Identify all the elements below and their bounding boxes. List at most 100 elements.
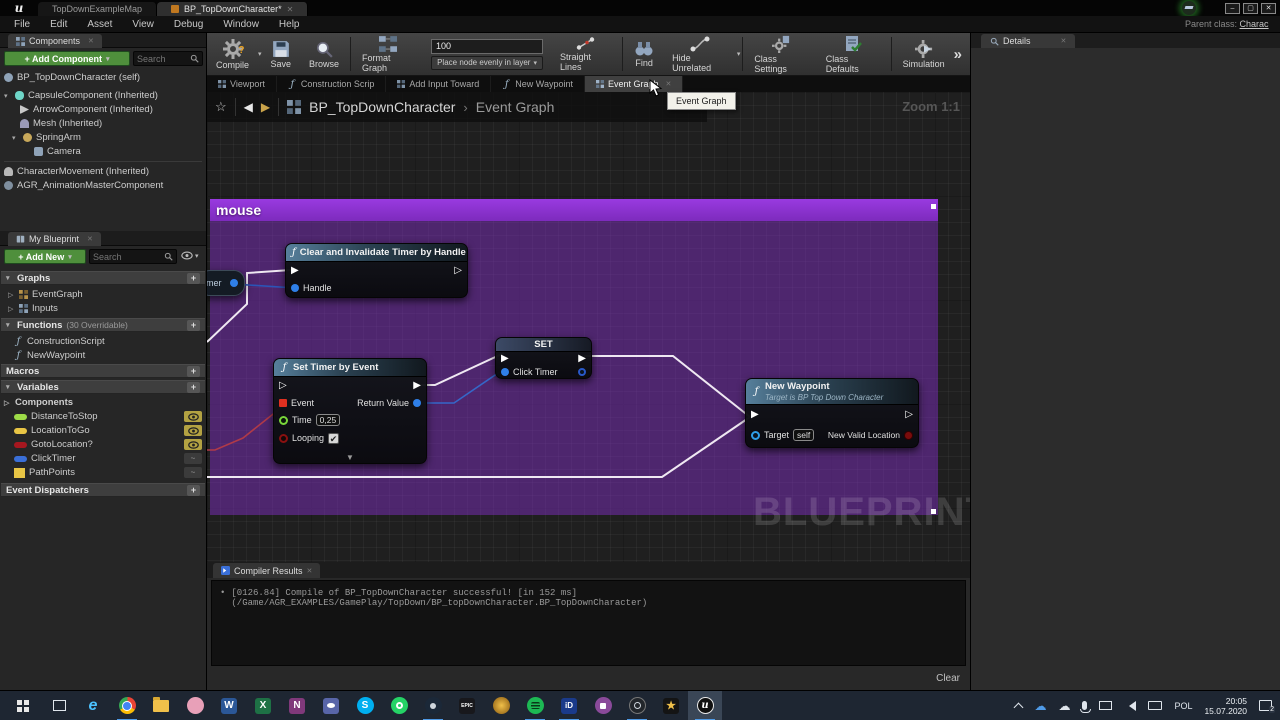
tree-row-arrow[interactable]: ArrowComponent (Inherited) bbox=[20, 103, 202, 116]
variable-row-locationtogo[interactable]: LocationToGo bbox=[14, 424, 202, 437]
add-graph-button[interactable]: + bbox=[187, 273, 200, 284]
exec-out-pin[interactable]: ▶ bbox=[578, 354, 586, 364]
expander-icon[interactable]: ▾ bbox=[12, 134, 19, 142]
return-value-pin[interactable] bbox=[413, 399, 421, 407]
tab-details[interactable]: Details ✕ bbox=[981, 34, 1075, 48]
exec-in-pin[interactable]: ▶ bbox=[291, 266, 299, 276]
tab-event-graph[interactable]: Event Graph ✕ bbox=[585, 76, 683, 92]
menu-window[interactable]: Window bbox=[223, 19, 259, 30]
place-node-dropdown[interactable]: Place node evenly in layer ▾ bbox=[431, 56, 543, 70]
looping-checkbox[interactable]: ✔ bbox=[328, 433, 339, 444]
tab-new-waypoint[interactable]: ƒ New Waypoint bbox=[491, 76, 585, 92]
menu-edit[interactable]: Edit bbox=[50, 19, 67, 30]
node-set-clicktimer[interactable]: SET ▶ ▶ Click Timer bbox=[495, 337, 592, 379]
visibility-filter-button[interactable]: ▾ bbox=[181, 251, 199, 260]
tab-close-icon[interactable]: ✕ bbox=[1061, 37, 1067, 45]
tab-viewport[interactable]: Viewport bbox=[207, 76, 277, 92]
visibility-eye-toggle[interactable]: ~ bbox=[184, 467, 202, 478]
format-graph-button[interactable]: Format Graph bbox=[353, 33, 423, 75]
comment-header[interactable]: mouse bbox=[210, 199, 938, 221]
tray-expand-chevron-icon[interactable] bbox=[1014, 702, 1024, 712]
tab-add-input-toward[interactable]: Add Input Toward bbox=[386, 76, 491, 92]
node-set-timer-by-event[interactable]: ƒ Set Timer by Event ▷ ▶ Event Return Va… bbox=[273, 358, 427, 464]
save-button[interactable]: Save bbox=[262, 33, 301, 75]
tree-row-springarm[interactable]: ▾ SpringArm bbox=[12, 131, 202, 144]
section-functions[interactable]: ▾ Functions (30 Overridable) + bbox=[1, 318, 205, 332]
components-search-input[interactable] bbox=[137, 54, 188, 64]
taskbar-excel[interactable]: X bbox=[246, 691, 280, 720]
event-delegate-pin[interactable] bbox=[279, 399, 287, 407]
output-pin[interactable] bbox=[578, 368, 586, 376]
window-tab-bp-topdowncharacter[interactable]: BP_TopDownCharacter* ✕ bbox=[157, 2, 308, 16]
network-icon[interactable] bbox=[1099, 701, 1112, 710]
add-macro-button[interactable]: + bbox=[187, 366, 200, 377]
graduation-cap-icon[interactable] bbox=[1182, 1, 1196, 15]
expander-icon[interactable]: ▷ bbox=[4, 399, 11, 407]
menu-debug[interactable]: Debug bbox=[174, 19, 203, 30]
taskbar-epic-games[interactable]: EPIC bbox=[450, 691, 484, 720]
taskbar-game-launcher[interactable] bbox=[484, 691, 518, 720]
tab-close-icon[interactable]: ✕ bbox=[307, 567, 313, 575]
minimize-button[interactable]: – bbox=[1225, 3, 1240, 14]
hide-unrelated-options-caret[interactable]: ▾ bbox=[737, 50, 741, 58]
section-graphs[interactable]: ▾ Graphs + bbox=[1, 271, 205, 285]
my-blueprint-search-input[interactable] bbox=[93, 252, 162, 262]
cloud-sync-icon[interactable]: ☁ bbox=[1058, 700, 1070, 712]
tree-row-charactermovement[interactable]: CharacterMovement (Inherited) bbox=[4, 165, 202, 178]
toolbar-overflow-chevron[interactable]: » bbox=[954, 46, 962, 63]
nav-back-icon[interactable]: ◀ bbox=[244, 100, 253, 114]
menu-asset[interactable]: Asset bbox=[87, 19, 112, 30]
group-components[interactable]: ▷ Components bbox=[4, 396, 202, 409]
taskbar-clock[interactable]: 20:05 15.07.2020 bbox=[1204, 696, 1247, 716]
variable-row-clicktimer[interactable]: ClickTimer ~ bbox=[14, 452, 202, 465]
breadcrumb-graph[interactable]: Event Graph bbox=[476, 99, 555, 115]
tab-close-icon[interactable]: ✕ bbox=[666, 80, 672, 88]
taskbar-photos[interactable] bbox=[178, 691, 212, 720]
add-function-button[interactable]: + bbox=[187, 320, 200, 331]
expander-icon[interactable]: ▾ bbox=[4, 92, 11, 100]
taskbar-discord[interactable] bbox=[314, 691, 348, 720]
browse-button[interactable]: Browse bbox=[300, 33, 348, 75]
variable-row-gotolocation[interactable]: GotoLocation? bbox=[14, 438, 202, 451]
add-variable-button[interactable]: + bbox=[187, 382, 200, 393]
add-component-button[interactable]: + Add Component ▾ bbox=[4, 51, 130, 66]
tab-compiler-results[interactable]: Compiler Results ✕ bbox=[213, 563, 320, 578]
language-indicator[interactable]: POL bbox=[1174, 701, 1192, 711]
taskbar-obs[interactable] bbox=[620, 691, 654, 720]
list-item-inputs[interactable]: ▷ Inputs bbox=[8, 302, 202, 315]
breadcrumb-asset[interactable]: BP_TopDownCharacter bbox=[309, 99, 455, 115]
exec-in-pin[interactable]: ▷ bbox=[279, 381, 287, 391]
exec-in-pin[interactable]: ▶ bbox=[751, 410, 759, 420]
parent-class-link[interactable]: Charac bbox=[1240, 19, 1269, 29]
add-new-button[interactable]: + Add New ▾ bbox=[4, 249, 86, 264]
list-item-eventgraph[interactable]: ▷ EventGraph bbox=[8, 288, 202, 301]
compiler-log[interactable]: • [0126.84] Compile of BP_TopDownCharact… bbox=[211, 580, 966, 666]
compile-button[interactable]: ? Compile bbox=[207, 33, 258, 75]
visibility-eye-toggle[interactable]: ~ bbox=[184, 453, 202, 464]
taskbar-skype[interactable]: S bbox=[348, 691, 382, 720]
taskbar-id-software[interactable]: iD bbox=[552, 691, 586, 720]
components-root-row[interactable]: BP_TopDownCharacter (self) bbox=[4, 71, 202, 84]
comment-resize-handle[interactable] bbox=[931, 509, 936, 514]
tree-row-mesh[interactable]: Mesh (Inherited) bbox=[20, 117, 202, 130]
tab-close-icon[interactable]: ✕ bbox=[88, 37, 94, 45]
new-valid-location-pin[interactable] bbox=[904, 431, 913, 440]
close-button[interactable]: ✕ bbox=[1261, 3, 1276, 14]
exec-out-pin[interactable]: ▷ bbox=[905, 410, 913, 420]
section-macros[interactable]: Macros + bbox=[1, 364, 205, 378]
menu-file[interactable]: File bbox=[14, 19, 30, 30]
variable-row-pathpoints[interactable]: PathPoints ~ bbox=[14, 466, 202, 479]
speaker-icon[interactable] bbox=[1124, 701, 1136, 711]
exec-in-pin[interactable]: ▶ bbox=[501, 354, 509, 364]
simulation-button[interactable]: Simulation bbox=[894, 33, 954, 75]
menu-view[interactable]: View bbox=[132, 19, 154, 30]
section-event-dispatchers[interactable]: Event Dispatchers + bbox=[1, 483, 205, 497]
window-tab-topdownexamplemap[interactable]: TopDownExampleMap bbox=[38, 2, 157, 16]
tab-close-icon[interactable]: ✕ bbox=[87, 235, 93, 243]
tree-row-agr-animationmaster[interactable]: AGR_AnimationMasterComponent bbox=[4, 179, 202, 192]
variable-row-distancetostop[interactable]: DistanceToStop bbox=[14, 410, 202, 423]
visibility-eye-toggle[interactable] bbox=[184, 439, 202, 450]
taskbar-whatsapp[interactable] bbox=[382, 691, 416, 720]
tree-row-capsule[interactable]: ▾ CapsuleComponent (Inherited) bbox=[4, 89, 202, 102]
node-clear-invalidate-timer[interactable]: ƒ Clear and Invalidate Timer by Handle ▶… bbox=[285, 243, 468, 298]
